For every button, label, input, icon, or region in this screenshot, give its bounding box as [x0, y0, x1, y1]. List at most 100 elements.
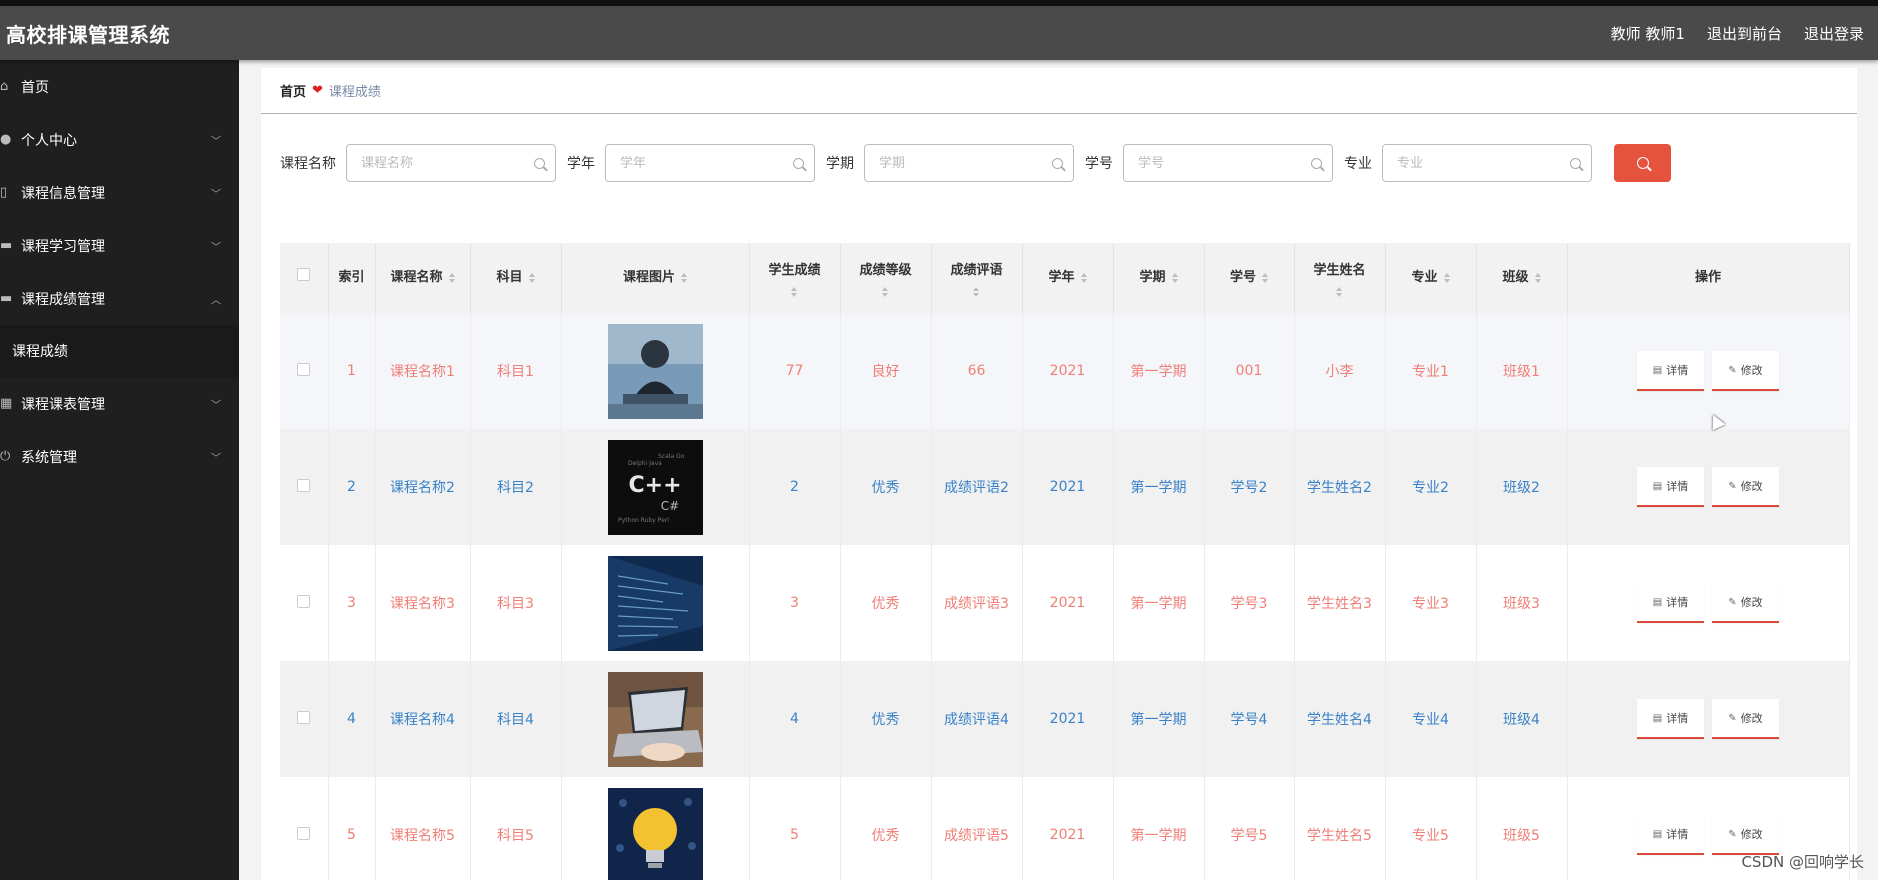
row-checkbox[interactable] — [297, 594, 311, 608]
cell-index: 4 — [328, 661, 376, 777]
cell-class: 班级2 — [1476, 429, 1568, 545]
current-user[interactable]: 教师 教师1 — [1611, 23, 1685, 44]
col-course-image[interactable]: 课程图片 — [561, 243, 750, 313]
year-input[interactable] — [620, 155, 793, 171]
row-checkbox[interactable] — [297, 826, 311, 840]
sort-icon[interactable] — [681, 272, 687, 283]
course-image-laptop — [607, 671, 703, 767]
edit-button[interactable]: ✎ 修改 — [1712, 583, 1779, 623]
cell-major: 专业4 — [1385, 661, 1477, 777]
sort-icon[interactable] — [448, 272, 455, 283]
sort-icon[interactable] — [791, 287, 798, 297]
sort-icon[interactable] — [973, 287, 980, 297]
chevron-down-icon: ﹀ — [211, 400, 221, 411]
document-icon: ▤ — [1652, 480, 1663, 492]
home-icon: ⌂ — [0, 79, 9, 94]
exit-to-front-link[interactable]: 退出到前台 — [1707, 23, 1782, 44]
sort-icon[interactable] — [882, 287, 889, 297]
col-index[interactable]: 索引 — [328, 243, 376, 313]
select-all-checkbox[interactable] — [297, 268, 311, 281]
cell-term: 第一学期 — [1113, 777, 1205, 880]
heart-icon: ❤ — [312, 83, 323, 98]
major-label: 专业 — [1344, 156, 1372, 172]
sort-icon[interactable] — [1336, 287, 1343, 297]
col-class[interactable]: 班级 — [1476, 243, 1568, 313]
svg-text:Scala Go: Scala Go — [658, 453, 685, 460]
major-input[interactable] — [1397, 155, 1570, 171]
student-id-input[interactable] — [1138, 155, 1311, 171]
detail-button[interactable]: ▤ 详情 — [1637, 351, 1704, 391]
col-subject[interactable]: 科目 — [470, 243, 562, 313]
sort-icon[interactable] — [1080, 272, 1087, 283]
detail-button[interactable]: ▤ 详情 — [1637, 699, 1704, 739]
sidebar-item-timetable[interactable]: ▦ 课程课表管理 ﹀ — [0, 377, 239, 430]
edit-button[interactable]: ✎ 修改 — [1712, 351, 1779, 391]
student-id-label: 学号 — [1085, 156, 1113, 172]
content-panel: 首页 ❤ 课程成绩 课程名称 学年 学期 学号 — [261, 68, 1857, 880]
logout-link[interactable]: 退出登录 — [1804, 23, 1864, 44]
sort-icon[interactable] — [1443, 272, 1450, 283]
row-checkbox[interactable] — [297, 710, 311, 724]
chevron-up-icon: ︿ — [211, 295, 221, 306]
col-term[interactable]: 学期 — [1113, 243, 1205, 313]
cell-term: 第一学期 — [1113, 661, 1205, 777]
cell-student-id: 学号2 — [1204, 429, 1295, 545]
cell-score: 2 — [749, 429, 841, 545]
sidebar-subitem-course-grades[interactable]: 课程成绩 — [0, 325, 239, 377]
breadcrumb-home[interactable]: 首页 — [280, 81, 306, 100]
cell-course: 课程名称3 — [375, 545, 471, 661]
sidebar-item-label: 课程学习管理 — [21, 238, 105, 255]
term-input[interactable] — [879, 155, 1052, 171]
sort-icon[interactable] — [1262, 272, 1268, 283]
svg-text:C#: C# — [660, 499, 678, 513]
col-comment[interactable]: 成绩评语 — [931, 243, 1023, 313]
detail-button[interactable]: ▤ 详情 — [1637, 815, 1704, 855]
course-image-hacker — [607, 323, 703, 419]
detail-button[interactable]: ▤ 详情 — [1637, 583, 1704, 623]
cell-comment: 成绩评语5 — [931, 777, 1023, 880]
col-major[interactable]: 专业 — [1385, 243, 1477, 313]
sort-icon[interactable] — [528, 272, 535, 283]
col-student-id[interactable]: 学号 — [1204, 243, 1295, 313]
pencil-icon: ✎ — [1728, 712, 1737, 724]
col-year[interactable]: 学年 — [1022, 243, 1114, 313]
table-header-row: 索引 课程名称 科目 课程图片 学生成绩 成绩等级 成绩评语 学年 学期 学号 … — [280, 243, 1850, 313]
sort-icon[interactable] — [1171, 272, 1178, 283]
col-student-name[interactable]: 学生姓名 — [1294, 243, 1386, 313]
col-operations: 操作 — [1567, 243, 1850, 313]
cell-student-id: 学号3 — [1204, 545, 1295, 661]
chevron-down-icon: ﹀ — [211, 453, 221, 464]
col-course-name[interactable]: 课程名称 — [375, 243, 471, 313]
search-button[interactable] — [1614, 144, 1671, 182]
col-score[interactable]: 学生成绩 — [749, 243, 841, 313]
cell-course: 课程名称1 — [375, 313, 471, 429]
sidebar-item-home[interactable]: ⌂ 首页 — [0, 60, 239, 113]
cell-student-name: 小李 — [1294, 313, 1386, 429]
sidebar-item-course-info[interactable]: ▯ 课程信息管理 ﹀ — [0, 166, 239, 219]
cell-index: 2 — [328, 429, 376, 545]
sidebar-item-course-score[interactable]: ▬ 课程成绩管理 ︿ — [0, 272, 239, 325]
document-icon: ▤ — [1652, 596, 1663, 608]
document-icon: ▤ — [1652, 364, 1663, 376]
cell-year: 2021 — [1022, 661, 1114, 777]
cell-subject: 科目1 — [470, 313, 562, 429]
edit-button[interactable]: ✎ 修改 — [1712, 467, 1779, 507]
detail-button[interactable]: ▤ 详情 — [1637, 467, 1704, 507]
col-grade[interactable]: 成绩等级 — [840, 243, 932, 313]
row-checkbox[interactable] — [297, 362, 311, 376]
sort-icon[interactable] — [1534, 272, 1541, 283]
course-name-input[interactable] — [361, 155, 534, 171]
pencil-icon: ✎ — [1728, 364, 1737, 376]
sidebar-item-course-study[interactable]: ▬ 课程学习管理 ﹀ — [0, 219, 239, 272]
year-field — [605, 144, 815, 182]
row-checkbox[interactable] — [297, 478, 311, 492]
sidebar-item-personal-center[interactable]: ● 个人中心 ﹀ — [0, 113, 239, 166]
search-icon — [1052, 157, 1063, 169]
cell-year: 2021 — [1022, 313, 1114, 429]
sidebar-item-system[interactable]: ⏻ 系统管理 ﹀ — [0, 430, 239, 483]
edit-button[interactable]: ✎ 修改 — [1712, 815, 1779, 855]
user-icon: ● — [0, 132, 12, 147]
cell-comment: 成绩评语4 — [931, 661, 1023, 777]
cell-term: 第一学期 — [1113, 313, 1205, 429]
edit-button[interactable]: ✎ 修改 — [1712, 699, 1779, 739]
